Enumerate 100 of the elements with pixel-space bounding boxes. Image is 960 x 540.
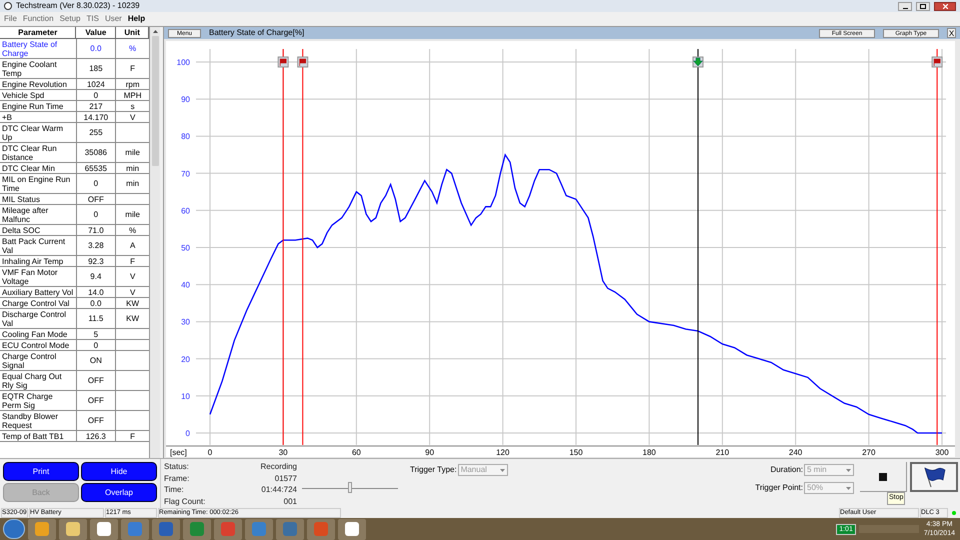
parameter-cell: Delta SOC — [0, 225, 76, 235]
menu-item[interactable]: Help — [128, 13, 146, 25]
menu-item[interactable]: File — [4, 13, 17, 25]
parameter-cell: ECU Control Mode — [0, 340, 76, 350]
x-tick-label: 240 — [788, 448, 802, 457]
close-graph-button[interactable]: X — [947, 28, 956, 38]
column-header: Unit — [116, 27, 149, 38]
x-axis-label: [sec] — [170, 448, 187, 457]
unit-cell-text: F — [129, 63, 136, 75]
x-tick-label: 210 — [716, 448, 730, 457]
flag-button[interactable] — [910, 462, 958, 492]
table-row[interactable]: Vehicle Spd 0 MPH — [0, 90, 149, 101]
table-row[interactable]: MIL on Engine Run Time 0 min — [0, 174, 149, 194]
taskbar-app-icon[interactable] — [59, 518, 87, 540]
info-value: 001 — [282, 496, 297, 508]
unit-cell-text: % — [128, 43, 138, 55]
x-tick-label: 30 — [278, 448, 288, 457]
unit-cell-text: F — [129, 431, 136, 441]
table-row[interactable]: Temp of Batt TB1 126.3 F — [0, 431, 149, 442]
close-button[interactable] — [934, 2, 956, 10]
table-row[interactable]: Engine Run Time 217 s — [0, 101, 149, 112]
info-value: 01577 — [274, 474, 297, 484]
y-tick-label: 30 — [181, 318, 190, 327]
info-value: Recording — [260, 462, 297, 473]
table-row[interactable]: Battery State of Charge 0.0 % — [0, 39, 149, 59]
parameter-cell: DTC Clear Min — [0, 163, 76, 173]
start-button[interactable] — [3, 519, 25, 539]
menu-item[interactable]: Setup — [60, 13, 80, 25]
value-cell: OFF — [76, 194, 116, 204]
scroll-thumb[interactable] — [152, 36, 158, 166]
info-label: Status: — [164, 462, 190, 473]
flag-marker-icon[interactable] — [278, 56, 289, 68]
value-cell: 0 — [76, 340, 116, 350]
table-row[interactable]: Delta SOC 71.0 % — [0, 225, 149, 236]
table-row[interactable]: Cooling Fan Mode 5 — [0, 329, 149, 340]
value-cell: 3.28 — [76, 236, 116, 255]
unit-cell-text: min — [125, 178, 140, 190]
table-row[interactable]: Charge Control Signal ON — [0, 351, 149, 371]
table-row[interactable]: Equal Charg Out Rly Sig OFF — [0, 371, 149, 391]
position-slider-track[interactable] — [302, 482, 398, 494]
unit-cell-text: rpm — [124, 79, 140, 89]
table-row[interactable]: Engine Revolution 1024 rpm — [0, 79, 149, 90]
y-tick-label: 10 — [181, 392, 190, 401]
scrollbar[interactable] — [150, 27, 160, 458]
value-cell: 9.4 — [76, 267, 116, 286]
taskbar-app-icon[interactable] — [338, 518, 366, 540]
table-row[interactable]: DTC Clear Run Distance 35086 mile — [0, 143, 149, 163]
table-row[interactable]: EQTR Charge Perm Sig OFF — [0, 391, 149, 411]
action-button[interactable]: Hide — [81, 462, 157, 481]
parameter-cell: Charge Control Val — [0, 298, 76, 308]
table-row[interactable]: +B 14.170 V — [0, 112, 149, 123]
value-cell: 1024 — [76, 79, 116, 89]
taskbar-app-icon[interactable] — [28, 518, 56, 540]
table-row[interactable]: Auxiliary Battery Vol 14.0 V — [0, 287, 149, 298]
value-cell: OFF — [76, 411, 116, 430]
minimize-button[interactable] — [898, 2, 912, 10]
graph-title: Battery State of Charge[%] — [209, 27, 306, 39]
table-row[interactable]: MIL Status OFF — [0, 194, 149, 205]
value-cell: 185 — [76, 59, 116, 78]
action-button[interactable]: Print — [3, 462, 79, 481]
y-tick-label: 100 — [176, 58, 190, 67]
parameter-cell: Equal Charg Out Rly Sig — [0, 371, 76, 390]
flag-marker-icon[interactable] — [297, 56, 308, 68]
value-cell: 0 — [76, 90, 116, 100]
value-cell: 0 — [76, 205, 116, 224]
cursor-line[interactable] — [936, 48, 938, 446]
parameter-cell: Engine Revolution — [0, 79, 76, 89]
value-cell: 11.5 — [76, 309, 116, 328]
table-row[interactable]: DTC Clear Warm Up 255 — [0, 123, 149, 143]
info-label: Flag Count: — [164, 496, 206, 508]
flag-marker-icon[interactable] — [932, 56, 943, 68]
stop-button[interactable] — [860, 462, 907, 492]
table-row[interactable]: Charge Control Val 0.0 KW — [0, 298, 149, 309]
value-cell: 5 — [76, 329, 116, 339]
down-arrow-marker-icon[interactable] — [692, 56, 704, 68]
table-row[interactable]: DTC Clear Min 65535 min — [0, 163, 149, 174]
unit-cell-text: min — [125, 163, 140, 173]
maximize-button[interactable] — [916, 2, 930, 10]
unit-cell-text: V — [128, 271, 136, 283]
value-cell: 0 — [76, 174, 116, 193]
y-tick-label: 60 — [181, 206, 190, 216]
table-row[interactable]: ECU Control Mode 0 — [0, 340, 149, 351]
parameter-cell: Charge Control Signal — [0, 351, 76, 370]
table-row[interactable]: Engine Coolant Temp 185 F — [0, 59, 149, 79]
slider-thumb[interactable] — [348, 482, 352, 493]
menu-item[interactable]: TIS — [86, 13, 99, 25]
value-cell: OFF — [76, 371, 116, 390]
table-row[interactable]: Batt Pack Current Val 3.28 A — [0, 236, 149, 256]
table-row[interactable]: VMF Fan Motor Voltage 9.4 V — [0, 267, 149, 287]
table-row[interactable]: Discharge Control Val 11.5 KW — [0, 309, 149, 329]
table-row[interactable]: Mileage after Malfunc 0 mile — [0, 205, 149, 225]
taskbar-app-icon[interactable] — [90, 518, 118, 540]
parameter-cell: VMF Fan Motor Voltage — [0, 267, 76, 286]
action-button[interactable]: Overlap — [81, 483, 157, 502]
table-row[interactable]: Standby Blower Request OFF — [0, 411, 149, 431]
menu-item[interactable]: Function — [22, 13, 54, 25]
table-row[interactable]: Inhaling Air Temp 92.3 F — [0, 256, 149, 267]
field-label: Duration: — [770, 464, 803, 476]
unit-cell-text: F — [129, 256, 136, 266]
menu-item[interactable]: User — [104, 13, 122, 25]
